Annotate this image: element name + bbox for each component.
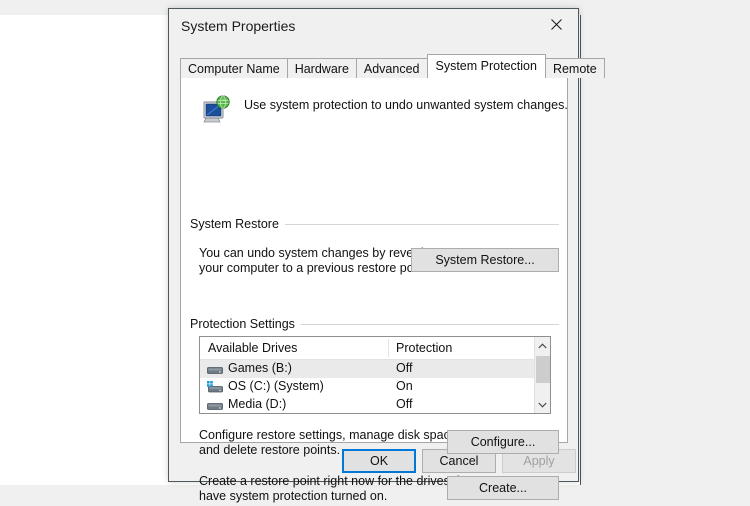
tab-system-protection[interactable]: System Protection [426, 54, 546, 78]
protection-settings-legend: Protection Settings [190, 317, 301, 331]
system-protection-monitor-icon [199, 94, 233, 128]
table-row[interactable]: Media (D:) Off [200, 396, 550, 414]
create-description-line2: have system protection turned on. [199, 489, 388, 503]
configure-button[interactable]: Configure... [447, 430, 559, 454]
column-header-protection[interactable]: Protection [396, 341, 452, 355]
tab-remote[interactable]: Remote [544, 58, 605, 78]
chevron-up-icon[interactable] [535, 337, 550, 354]
system-restore-legend: System Restore [190, 217, 285, 231]
hard-drive-icon [207, 399, 223, 412]
configure-description-line1: Configure restore settings, manage disk … [199, 428, 461, 442]
tab-header: Use system protection to undo unwanted s… [190, 88, 568, 132]
table-row[interactable]: OS (C:) (System) On [200, 378, 550, 396]
drive-protection-state: Off [396, 361, 413, 375]
system-restore-group: System Restore You can undo system chang… [190, 217, 559, 280]
title-bar[interactable]: System Properties [169, 9, 578, 45]
windows-system-drive-icon [207, 381, 223, 394]
tab-computer-name[interactable]: Computer Name [180, 58, 288, 78]
available-drives-list[interactable]: Available Drives Protection Games (B:) O… [199, 336, 551, 414]
list-body: Games (B:) Off OS (C:) (System) On Media… [200, 360, 550, 414]
tab-strip: Computer Name Hardware Advanced System P… [180, 54, 605, 78]
system-protection-tab-page: Use system protection to undo unwanted s… [180, 77, 568, 503]
tab-header-text: Use system protection to undo unwanted s… [244, 98, 568, 112]
system-properties-dialog: System Properties Computer Name Hardware… [168, 8, 605, 503]
drive-protection-state: Off [396, 397, 413, 411]
drive-name: Games (B:) [228, 361, 292, 375]
tab-hardware[interactable]: Hardware [286, 58, 357, 78]
scrollbar-thumb[interactable] [536, 356, 550, 383]
drive-name: Media (D:) [228, 397, 287, 411]
drive-name: OS (C:) (System) [228, 379, 324, 393]
system-restore-button[interactable]: System Restore... [411, 248, 559, 272]
close-icon[interactable] [534, 9, 578, 39]
create-button[interactable]: Create... [447, 476, 559, 500]
list-scrollbar[interactable] [534, 337, 550, 413]
create-description-line1: Create a restore point right now for the… [199, 474, 475, 488]
list-header: Available Drives Protection [200, 337, 550, 360]
tab-advanced[interactable]: Advanced [355, 58, 428, 78]
hard-drive-icon [207, 363, 223, 376]
table-row[interactable]: Games (B:) Off [200, 360, 550, 378]
configure-description-line2: and delete restore points. [199, 443, 341, 457]
column-header-available-drives[interactable]: Available Drives [208, 341, 297, 355]
system-restore-description-line2: your computer to a previous restore poin… [199, 261, 431, 275]
protection-settings-group: Protection Settings Available Drives Pro… [190, 317, 559, 506]
drive-protection-state: On [396, 379, 413, 393]
configure-description: Configure restore settings, manage disk … [199, 428, 460, 458]
window-title: System Properties [181, 18, 296, 34]
system-restore-description: You can undo system changes by reverting… [199, 246, 438, 276]
chevron-down-icon[interactable] [535, 396, 550, 413]
scrollbar-track[interactable] [535, 354, 550, 396]
column-divider [388, 339, 389, 357]
system-restore-description-line1: You can undo system changes by reverting [199, 246, 438, 260]
